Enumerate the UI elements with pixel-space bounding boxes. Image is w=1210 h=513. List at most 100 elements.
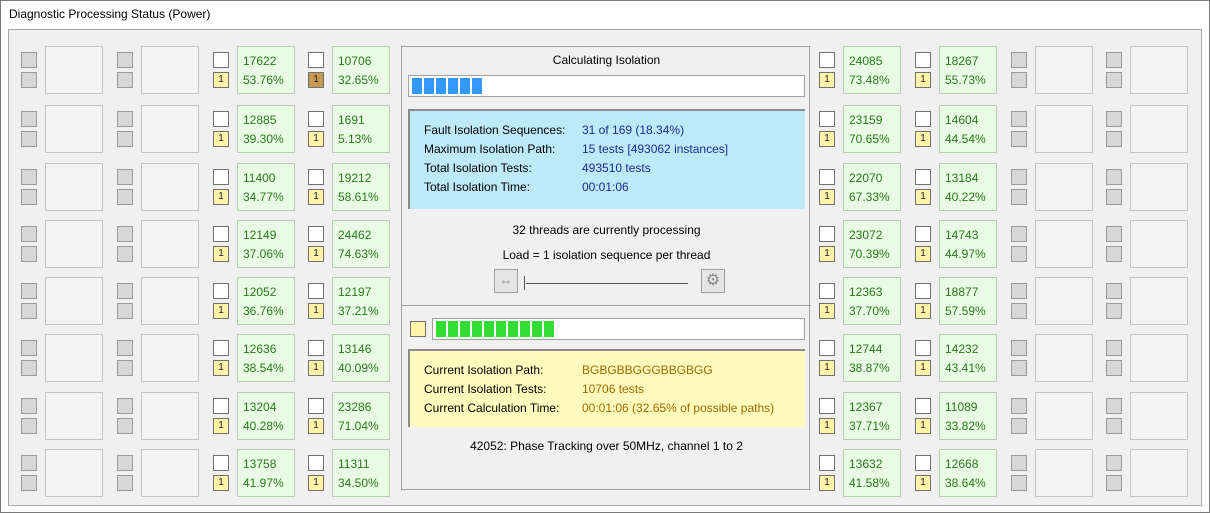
thread-count-badge[interactable]: 1 xyxy=(213,131,229,147)
cell-toggle-button[interactable] xyxy=(1106,418,1122,434)
thread-count-badge[interactable]: 1 xyxy=(819,189,835,205)
cell-toggle-button[interactable] xyxy=(1106,72,1122,88)
gear-icon[interactable]: ⚙ xyxy=(701,269,725,293)
cell-select-checkbox[interactable] xyxy=(21,111,37,127)
cell-select-checkbox[interactable] xyxy=(1106,226,1122,242)
thread-count-badge[interactable]: 1 xyxy=(308,246,324,262)
cell-select-checkbox[interactable] xyxy=(117,52,133,68)
current-path-checkbox[interactable] xyxy=(410,321,426,337)
cell-toggle-button[interactable] xyxy=(117,418,133,434)
cell-select-checkbox[interactable] xyxy=(915,52,931,68)
cell-select-checkbox[interactable] xyxy=(213,111,229,127)
thread-count-badge[interactable]: 1 xyxy=(308,360,324,376)
cell-select-checkbox[interactable] xyxy=(915,283,931,299)
cell-toggle-button[interactable] xyxy=(21,189,37,205)
cell-select-checkbox[interactable] xyxy=(117,455,133,471)
cell-select-checkbox[interactable] xyxy=(21,283,37,299)
thread-count-badge[interactable]: 1 xyxy=(213,72,229,88)
cell-toggle-button[interactable] xyxy=(21,72,37,88)
thread-count-badge[interactable]: 1 xyxy=(213,246,229,262)
thread-count-badge[interactable]: 1 xyxy=(915,303,931,319)
cell-select-checkbox[interactable] xyxy=(213,340,229,356)
thread-count-badge[interactable]: 1 xyxy=(308,475,324,491)
cell-select-checkbox[interactable] xyxy=(1106,283,1122,299)
cell-toggle-button[interactable] xyxy=(1011,360,1027,376)
cell-select-checkbox[interactable] xyxy=(915,398,931,414)
cell-select-checkbox[interactable] xyxy=(819,169,835,185)
cell-select-checkbox[interactable] xyxy=(213,398,229,414)
cell-toggle-button[interactable] xyxy=(1106,475,1122,491)
cell-select-checkbox[interactable] xyxy=(308,52,324,68)
thread-count-badge[interactable]: 1 xyxy=(915,418,931,434)
cell-toggle-button[interactable] xyxy=(1011,246,1027,262)
cell-select-checkbox[interactable] xyxy=(117,169,133,185)
cell-select-checkbox[interactable] xyxy=(1106,111,1122,127)
cell-select-checkbox[interactable] xyxy=(819,398,835,414)
cell-toggle-button[interactable] xyxy=(21,131,37,147)
cell-toggle-button[interactable] xyxy=(117,246,133,262)
thread-count-badge[interactable]: 1 xyxy=(308,72,324,88)
cell-select-checkbox[interactable] xyxy=(21,226,37,242)
cell-select-checkbox[interactable] xyxy=(213,283,229,299)
cell-select-checkbox[interactable] xyxy=(819,283,835,299)
thread-count-badge[interactable]: 1 xyxy=(915,360,931,376)
cell-toggle-button[interactable] xyxy=(1106,303,1122,319)
thread-count-badge[interactable]: 1 xyxy=(308,131,324,147)
thread-count-badge[interactable]: 1 xyxy=(915,246,931,262)
thread-count-badge[interactable]: 1 xyxy=(308,189,324,205)
thread-count-badge[interactable]: 1 xyxy=(915,475,931,491)
cell-select-checkbox[interactable] xyxy=(1106,455,1122,471)
cell-select-checkbox[interactable] xyxy=(819,52,835,68)
cell-toggle-button[interactable] xyxy=(1011,131,1027,147)
thread-count-badge[interactable]: 1 xyxy=(915,131,931,147)
cell-select-checkbox[interactable] xyxy=(308,111,324,127)
cell-toggle-button[interactable] xyxy=(117,131,133,147)
thread-count-badge[interactable]: 1 xyxy=(819,418,835,434)
cell-select-checkbox[interactable] xyxy=(308,169,324,185)
cell-select-checkbox[interactable] xyxy=(21,340,37,356)
cell-select-checkbox[interactable] xyxy=(308,283,324,299)
cell-toggle-button[interactable] xyxy=(1106,189,1122,205)
cell-select-checkbox[interactable] xyxy=(117,398,133,414)
cell-toggle-button[interactable] xyxy=(1011,72,1027,88)
thread-count-badge[interactable]: 1 xyxy=(213,360,229,376)
thread-count-badge[interactable]: 1 xyxy=(915,189,931,205)
cell-select-checkbox[interactable] xyxy=(117,111,133,127)
cell-select-checkbox[interactable] xyxy=(819,455,835,471)
cell-toggle-button[interactable] xyxy=(117,475,133,491)
cell-select-checkbox[interactable] xyxy=(1011,398,1027,414)
cell-select-checkbox[interactable] xyxy=(21,52,37,68)
thread-count-badge[interactable]: 1 xyxy=(819,303,835,319)
cell-toggle-button[interactable] xyxy=(1011,418,1027,434)
cell-select-checkbox[interactable] xyxy=(1011,455,1027,471)
cell-select-checkbox[interactable] xyxy=(308,455,324,471)
cell-select-checkbox[interactable] xyxy=(1106,52,1122,68)
cell-toggle-button[interactable] xyxy=(117,189,133,205)
thread-count-badge[interactable]: 1 xyxy=(819,246,835,262)
cell-select-checkbox[interactable] xyxy=(21,169,37,185)
cell-toggle-button[interactable] xyxy=(117,360,133,376)
cell-select-checkbox[interactable] xyxy=(1106,398,1122,414)
load-slider-track[interactable] xyxy=(526,283,688,284)
cell-select-checkbox[interactable] xyxy=(819,340,835,356)
thread-count-badge[interactable]: 1 xyxy=(308,418,324,434)
cell-select-checkbox[interactable] xyxy=(915,111,931,127)
cell-select-checkbox[interactable] xyxy=(117,340,133,356)
cell-select-checkbox[interactable] xyxy=(21,398,37,414)
cell-select-checkbox[interactable] xyxy=(117,283,133,299)
cell-toggle-button[interactable] xyxy=(1106,360,1122,376)
load-slider-thumb[interactable] xyxy=(524,276,526,290)
cell-select-checkbox[interactable] xyxy=(819,226,835,242)
thread-count-badge[interactable]: 1 xyxy=(213,303,229,319)
cell-toggle-button[interactable] xyxy=(1106,246,1122,262)
cell-toggle-button[interactable] xyxy=(117,303,133,319)
cell-select-checkbox[interactable] xyxy=(117,226,133,242)
cell-toggle-button[interactable] xyxy=(21,418,37,434)
cell-select-checkbox[interactable] xyxy=(1011,340,1027,356)
resize-arrows-icon[interactable]: ⇔ xyxy=(494,269,518,293)
cell-toggle-button[interactable] xyxy=(1011,189,1027,205)
cell-select-checkbox[interactable] xyxy=(1011,169,1027,185)
cell-select-checkbox[interactable] xyxy=(213,52,229,68)
cell-select-checkbox[interactable] xyxy=(213,455,229,471)
cell-toggle-button[interactable] xyxy=(21,303,37,319)
